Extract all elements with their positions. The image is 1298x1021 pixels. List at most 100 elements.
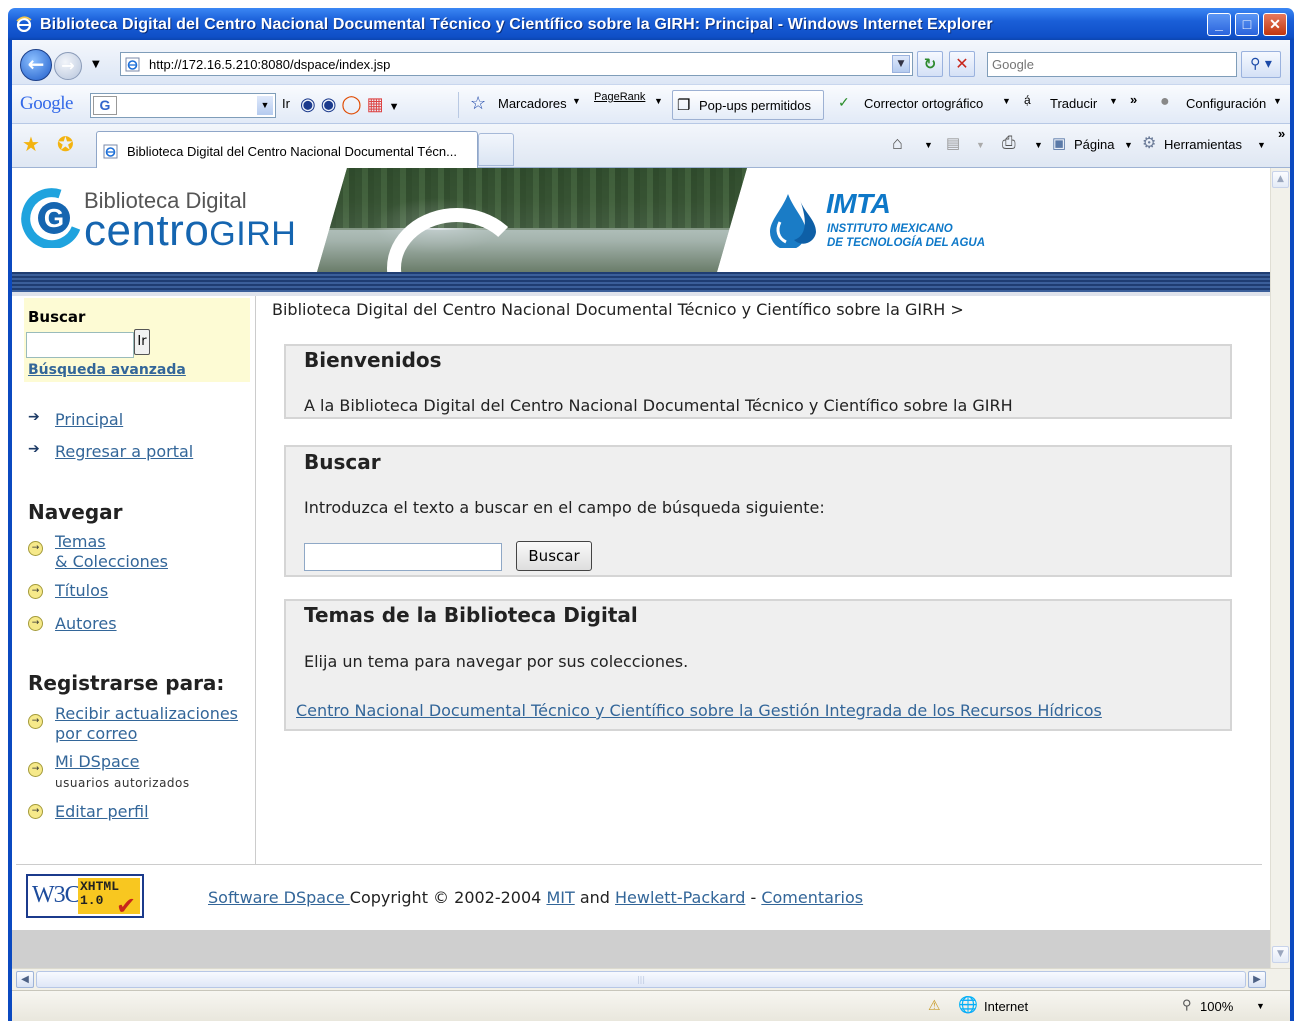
new-tab-button[interactable] bbox=[478, 133, 514, 166]
translate-menu[interactable]: Traducir bbox=[1050, 96, 1097, 111]
spellcheck-dropdown-icon[interactable]: ▼ bbox=[1002, 96, 1011, 106]
close-icon: ✕ bbox=[1269, 16, 1281, 32]
window-title-bar[interactable]: Biblioteca Digital del Centro Nacional D… bbox=[8, 8, 1294, 40]
register-arrow-icon: → bbox=[28, 804, 43, 819]
google-toolbar-icons[interactable]: ◉ ◉ ◯ ▦ ▼ bbox=[300, 94, 400, 115]
welcome-title: Bienvenidos bbox=[304, 348, 442, 372]
forward-button[interactable]: → bbox=[54, 52, 82, 80]
back-arrow-icon: ← bbox=[27, 52, 45, 76]
community-link[interactable]: Centro Nacional Documental Técnico y Cie… bbox=[296, 701, 1102, 720]
bookmarks-dropdown-icon[interactable]: ▼ bbox=[572, 96, 581, 106]
zone-label: Internet bbox=[984, 999, 1029, 1014]
svg-text:G: G bbox=[44, 203, 64, 233]
maximize-button[interactable]: □ bbox=[1235, 13, 1259, 36]
google-go-button[interactable]: Ir bbox=[282, 96, 290, 111]
horizontal-scroll-thumb[interactable]: ||| bbox=[36, 971, 1246, 988]
sidebar-search-button[interactable]: Ir bbox=[134, 329, 150, 355]
refresh-button[interactable]: ↻ bbox=[917, 51, 943, 77]
advanced-search-link[interactable]: Búsqueda avanzada bbox=[28, 362, 186, 378]
spellcheck-icon[interactable]: ✓ bbox=[838, 94, 850, 111]
bookmarks-menu[interactable]: Marcadores bbox=[498, 96, 567, 111]
zoom-icon[interactable]: ⚲ bbox=[1182, 997, 1192, 1013]
feedback-link[interactable]: Comentarios bbox=[761, 888, 863, 907]
search-input[interactable] bbox=[988, 53, 1228, 75]
popups-label: Pop-ups permitidos bbox=[699, 98, 811, 113]
page-icon[interactable]: ▣ bbox=[1052, 134, 1066, 152]
scroll-left-icon[interactable]: ◀ bbox=[16, 971, 34, 988]
tools-dropdown-icon[interactable]: ▼ bbox=[1257, 140, 1266, 150]
translate-dropdown-icon[interactable]: ▼ bbox=[1109, 96, 1118, 106]
stop-button[interactable]: ✕ bbox=[949, 51, 975, 77]
spellcheck-menu[interactable]: Corrector ortográfico bbox=[864, 96, 983, 111]
zoom-dropdown-icon[interactable]: ▼ bbox=[1256, 1001, 1265, 1011]
close-button[interactable]: ✕ bbox=[1263, 13, 1287, 36]
edit-profile-link[interactable]: Editar perfil bbox=[55, 802, 149, 821]
settings-dropdown-icon[interactable]: ▼ bbox=[1273, 96, 1282, 106]
add-favorites-icon[interactable]: ✪ bbox=[57, 132, 74, 157]
browse-arrow-icon: → bbox=[28, 541, 43, 556]
scroll-down-icon[interactable]: ▼ bbox=[1272, 946, 1289, 963]
browse-link-titulos[interactable]: Títulos bbox=[55, 581, 108, 600]
tools-menu[interactable]: Herramientas bbox=[1164, 137, 1242, 152]
imta-subtitle: INSTITUTO MEXICANO DE TECNOLOGÍA DEL AGU… bbox=[827, 222, 985, 250]
browse-link-temas[interactable]: Temas bbox=[55, 532, 106, 551]
translate-icon[interactable]: ạ́ bbox=[1024, 93, 1031, 107]
more-commands-chevron[interactable]: » bbox=[1278, 126, 1285, 141]
vertical-scrollbar[interactable]: ▲ ▼ bbox=[1270, 168, 1290, 968]
google-logo[interactable]: Google bbox=[20, 93, 73, 115]
topics-box: Temas de la Biblioteca Digital Elija un … bbox=[284, 599, 1232, 731]
address-bar[interactable]: http://172.16.5.210:8080/dspace/index.js… bbox=[120, 52, 913, 76]
and-text: and bbox=[574, 888, 616, 907]
page-menu[interactable]: Página bbox=[1074, 137, 1114, 152]
google-search-field[interactable]: G ▼ bbox=[90, 93, 276, 118]
settings-menu[interactable]: Configuración bbox=[1186, 96, 1266, 111]
feeds-icon[interactable]: ▤ bbox=[946, 134, 960, 152]
address-dropdown-icon[interactable]: ▼ bbox=[892, 55, 910, 73]
register-link-email[interactable]: por correo bbox=[55, 724, 137, 743]
feeds-dropdown-icon[interactable]: ▼ bbox=[976, 140, 985, 150]
pagerank-dropdown-icon[interactable]: ▼ bbox=[654, 96, 663, 106]
minimize-button[interactable]: _ bbox=[1207, 13, 1231, 36]
mit-link[interactable]: MIT bbox=[546, 888, 574, 907]
security-warning-icon[interactable]: ⚠ bbox=[928, 997, 941, 1014]
tools-gear-icon[interactable]: ⚙ bbox=[1142, 133, 1156, 153]
zoom-level[interactable]: 100% bbox=[1200, 999, 1233, 1014]
banner-trees bbox=[317, 168, 747, 228]
home-dropdown-icon[interactable]: ▼ bbox=[924, 140, 933, 150]
pagerank-label[interactable]: PageRank bbox=[594, 91, 645, 103]
search-box[interactable] bbox=[987, 52, 1237, 77]
favorites-star-icon[interactable]: ★ bbox=[22, 132, 40, 157]
print-icon[interactable]: ⎙ bbox=[1002, 133, 1016, 153]
settings-gear-icon[interactable]: ● bbox=[1160, 93, 1170, 111]
horizontal-scrollbar[interactable]: ◀ ||| ▶ bbox=[12, 968, 1290, 990]
more-tools-chevron[interactable]: » bbox=[1130, 92, 1137, 107]
browse-link-colecciones[interactable]: & Colecciones bbox=[55, 552, 168, 571]
popups-button[interactable]: ❐ Pop-ups permitidos bbox=[672, 90, 824, 120]
search-go-button[interactable]: ⚲ ▾ bbox=[1241, 51, 1281, 78]
history-dropdown-icon[interactable]: ▼ bbox=[92, 59, 100, 70]
w3c-xhtml-badge[interactable]: W3C XHTML 1.0 ✔ bbox=[26, 874, 144, 920]
google-dropdown-icon[interactable]: ▼ bbox=[257, 96, 273, 115]
sidebar-search-input[interactable] bbox=[26, 332, 134, 358]
google-g-icon[interactable]: G bbox=[93, 96, 117, 115]
dspace-link[interactable]: Software DSpace bbox=[208, 888, 350, 907]
address-url[interactable]: http://172.16.5.210:8080/dspace/index.js… bbox=[149, 57, 390, 72]
tab-active[interactable]: Biblioteca Digital del Centro Nacional D… bbox=[96, 131, 478, 168]
window-title: Biblioteca Digital del Centro Nacional D… bbox=[40, 16, 993, 33]
sidebar-link-principal[interactable]: Principal bbox=[55, 410, 123, 429]
scroll-up-icon[interactable]: ▲ bbox=[1272, 171, 1289, 188]
scroll-right-icon[interactable]: ▶ bbox=[1248, 971, 1266, 988]
sidebar-link-portal[interactable]: Regresar a portal bbox=[55, 442, 193, 461]
main-search-button[interactable]: Buscar bbox=[516, 541, 592, 571]
hp-link[interactable]: Hewlett-Packard bbox=[615, 888, 745, 907]
main-search-input[interactable] bbox=[304, 543, 502, 571]
register-link-mydspace[interactable]: Mi DSpace bbox=[55, 752, 139, 771]
browse-link-autores[interactable]: Autores bbox=[55, 614, 117, 633]
back-button[interactable]: ← bbox=[20, 49, 52, 81]
bookmarks-star-icon[interactable]: ☆ bbox=[470, 93, 486, 114]
page-dropdown-icon[interactable]: ▼ bbox=[1124, 140, 1133, 150]
register-link-updates[interactable]: Recibir actualizaciones bbox=[55, 704, 238, 723]
home-icon[interactable]: ⌂ bbox=[892, 133, 903, 154]
print-dropdown-icon[interactable]: ▼ bbox=[1034, 140, 1043, 150]
globe-icon: 🌐 bbox=[958, 997, 978, 1014]
